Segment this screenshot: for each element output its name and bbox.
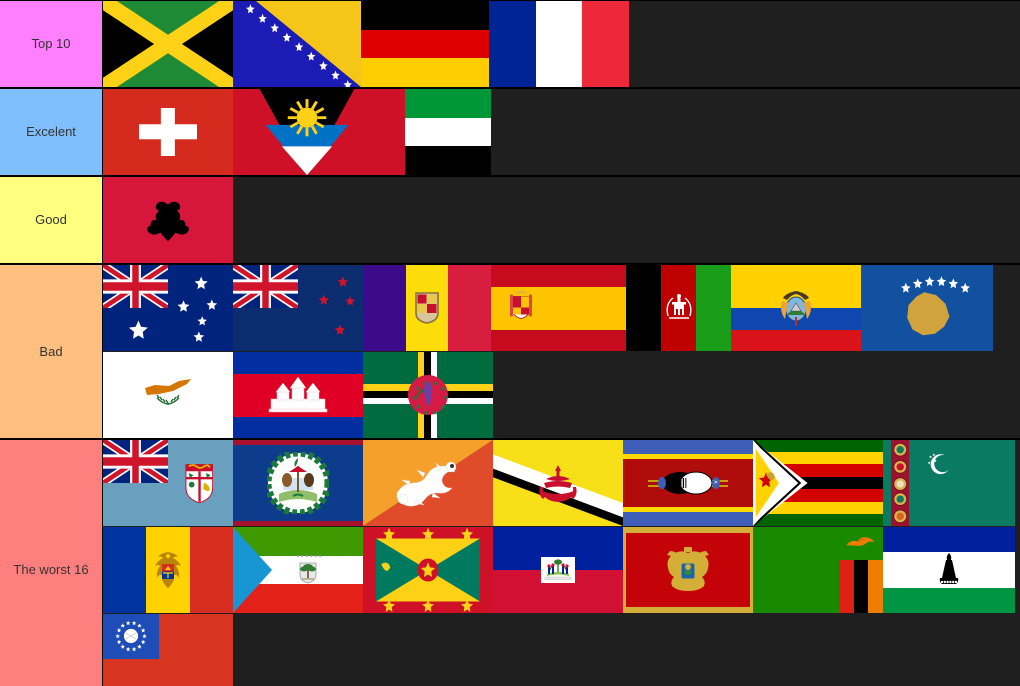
tier-items-2[interactable] [103, 177, 1020, 263]
tier-items-4[interactable] [103, 440, 1020, 686]
flag-al[interactable] [103, 177, 233, 263]
tier-row-good: Good [0, 176, 1020, 264]
flag-xk[interactable] [861, 265, 993, 351]
flag-ht[interactable] [493, 527, 623, 613]
tier-item-line [103, 614, 1020, 686]
flag-ba[interactable] [233, 1, 361, 87]
flag-mm[interactable] [103, 614, 233, 686]
tier-item-line [103, 265, 1020, 351]
flag-me[interactable] [623, 527, 753, 613]
tier-label-4[interactable]: The worst 16 [0, 440, 103, 686]
flag-sz[interactable] [623, 440, 753, 526]
flag-ag[interactable] [233, 89, 381, 175]
flag-ls[interactable] [883, 527, 1015, 613]
flag-fr[interactable] [489, 1, 629, 87]
tier-row-the-worst-16: The worst 16 [0, 439, 1020, 686]
flag-ad[interactable] [363, 265, 491, 351]
tier-label-3[interactable]: Bad [0, 265, 103, 438]
tier-item-line [103, 1, 1020, 87]
flag-gq[interactable] [233, 527, 363, 613]
tier-label-text: Good [35, 212, 67, 228]
flag-bt[interactable] [363, 440, 493, 526]
flag-nz[interactable] [233, 265, 363, 351]
tier-item-line [103, 440, 1020, 526]
flag-jm[interactable] [103, 1, 233, 87]
tier-items-3[interactable] [103, 265, 1020, 438]
flag-de[interactable] [361, 1, 489, 87]
tier-items-1[interactable] [103, 89, 1020, 175]
tier-label-text: The worst 16 [13, 562, 88, 578]
flag-cy[interactable] [103, 352, 233, 438]
tier-list-app: TiERMAKER Top 10ExcelentGoodBadThe worst… [0, 0, 1020, 686]
flag-dm[interactable] [363, 352, 493, 438]
flag-bn[interactable] [493, 440, 623, 526]
tier-label-text: Top 10 [31, 36, 70, 52]
flag-zw[interactable] [753, 440, 883, 526]
tier-item-line [103, 177, 1020, 263]
flag-af[interactable] [626, 265, 731, 351]
tier-row-bad: Bad [0, 264, 1020, 439]
flag-au[interactable] [103, 265, 233, 351]
tier-label-2[interactable]: Good [0, 177, 103, 263]
tier-label-text: Bad [39, 344, 62, 360]
tier-items-0[interactable] [103, 1, 1020, 87]
flag-ec[interactable] [731, 265, 861, 351]
flag-gd[interactable] [363, 527, 493, 613]
flag-zm[interactable] [753, 527, 883, 613]
tier-label-text: Excelent [26, 124, 76, 140]
tier-item-line [103, 352, 1020, 438]
flag-ae[interactable] [381, 89, 491, 175]
flag-fj[interactable] [103, 440, 233, 526]
flag-md[interactable] [103, 527, 233, 613]
flag-bz[interactable] [233, 440, 363, 526]
tier-label-0[interactable]: Top 10 [0, 1, 103, 87]
tier-label-1[interactable]: Excelent [0, 89, 103, 175]
tier-row-top-10: Top 10 [0, 0, 1020, 88]
flag-es[interactable] [491, 265, 626, 351]
tier-item-line [103, 89, 1020, 175]
flag-kh[interactable] [233, 352, 363, 438]
flag-tm[interactable] [883, 440, 1015, 526]
flag-ch[interactable] [103, 89, 233, 175]
tier-row-excelent: Excelent [0, 88, 1020, 176]
tier-item-line [103, 527, 1020, 613]
